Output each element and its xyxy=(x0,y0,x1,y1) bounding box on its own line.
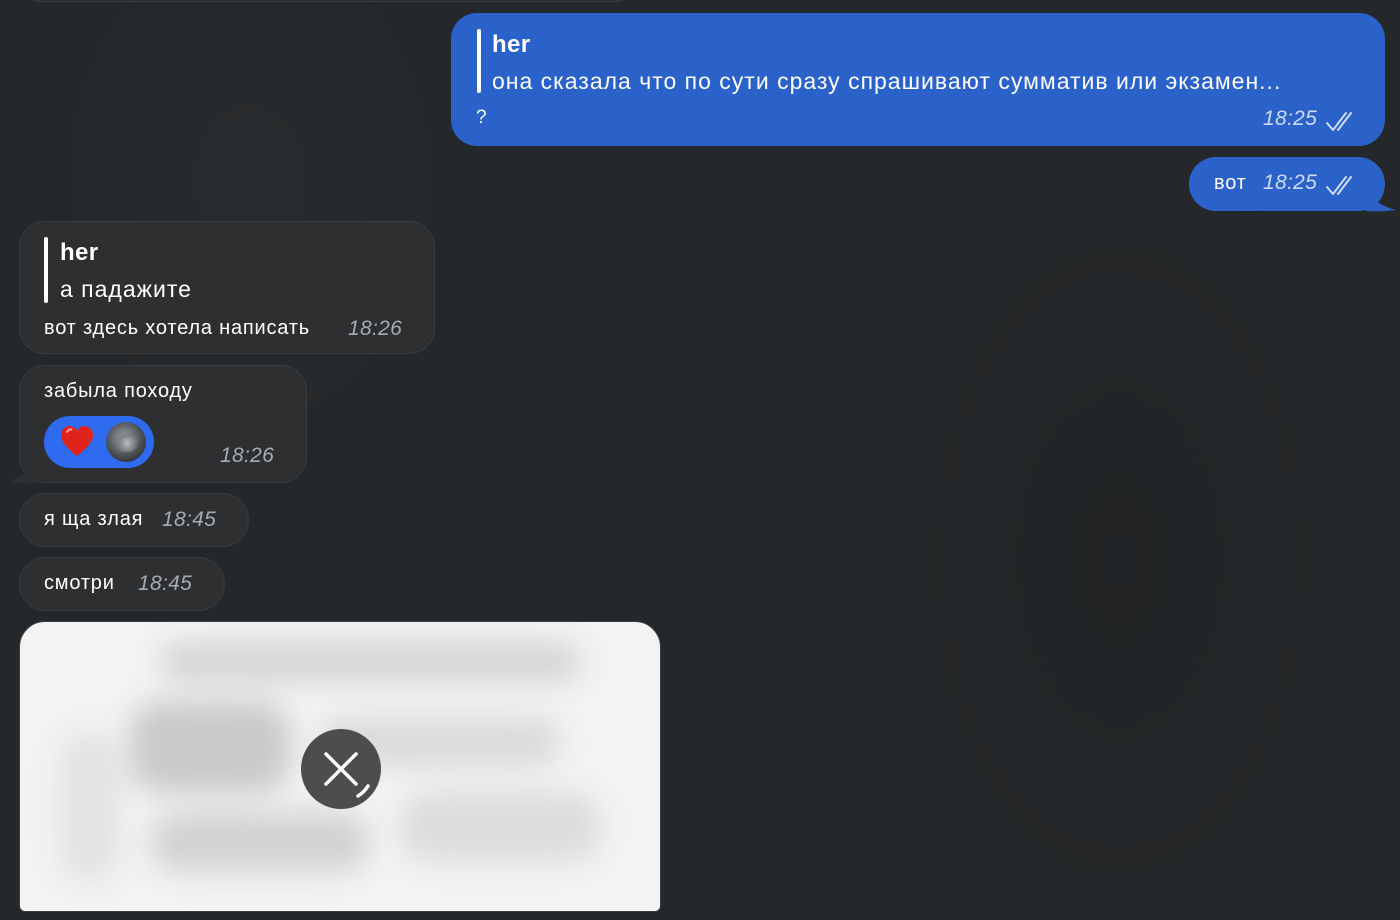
image-message[interactable] xyxy=(19,621,661,912)
avatar-detail xyxy=(114,434,140,452)
reply-quote-bar xyxy=(44,237,48,303)
message-text: я ща злая xyxy=(44,508,144,530)
reply-text: она сказала что по сути сразу спрашивают… xyxy=(492,68,1282,94)
incoming-message-bubble[interactable]: забыла походу 18:26 xyxy=(19,365,307,483)
message-time: 18:25 xyxy=(1263,171,1318,194)
incoming-message-bubble[interactable]: her а падажите вот здесь хотела написать… xyxy=(19,221,435,354)
message-time: 18:45 xyxy=(162,508,217,531)
message-text: забыла походу xyxy=(44,380,193,402)
bubble-tail xyxy=(1366,186,1396,212)
double-check-icon xyxy=(1326,176,1352,195)
heart-icon xyxy=(59,424,95,460)
reply-author: her xyxy=(60,239,99,266)
message-time: 18:25 xyxy=(1263,107,1318,130)
avatar xyxy=(106,422,146,462)
message-time: 18:26 xyxy=(348,317,403,340)
message-text: вот xyxy=(1214,172,1247,194)
double-check-icon xyxy=(1326,112,1352,131)
reply-author: her xyxy=(492,31,531,58)
message-time: 18:26 xyxy=(220,444,275,467)
reply-text: а падажите xyxy=(60,276,192,302)
bubble-tail xyxy=(8,456,36,484)
message-text: ? xyxy=(476,107,488,128)
previous-message-bubble[interactable] xyxy=(18,0,638,2)
outgoing-message-bubble[interactable]: вот 18:25 xyxy=(1189,157,1385,211)
incoming-message-bubble[interactable]: я ща злая 18:45 xyxy=(19,493,249,547)
message-text: вот здесь хотела написать xyxy=(44,317,310,339)
reply-quote-bar xyxy=(477,29,481,93)
incoming-message-bubble[interactable]: смотри 18:45 xyxy=(19,557,225,611)
message-text: смотри xyxy=(44,572,115,594)
outgoing-message-bubble[interactable]: her она сказала что по сути сразу спраши… xyxy=(451,13,1385,146)
message-time: 18:45 xyxy=(138,572,193,595)
reaction-pill[interactable] xyxy=(44,416,154,468)
cancel-download-icon[interactable] xyxy=(301,729,381,809)
